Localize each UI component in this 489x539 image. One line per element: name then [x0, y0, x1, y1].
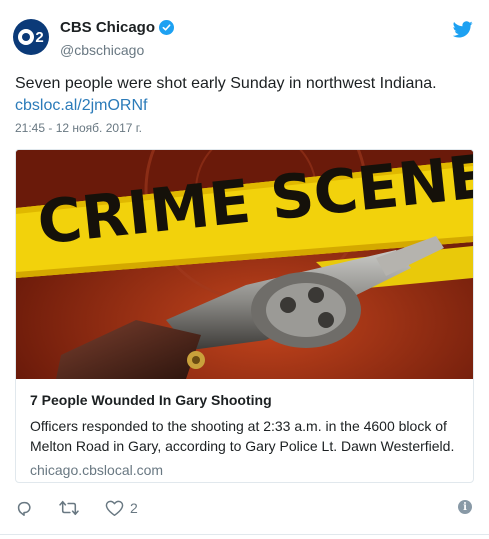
like-button[interactable]: 2 — [105, 500, 138, 517]
like-count: 2 — [130, 500, 138, 516]
avatar[interactable]: 2 — [13, 19, 49, 55]
heart-icon — [105, 500, 124, 516]
retweet-button[interactable] — [58, 499, 80, 517]
author-name-row[interactable]: CBS Chicago — [60, 19, 175, 36]
retweet-icon — [59, 500, 79, 516]
card-description: Officers responded to the shooting at 2:… — [30, 418, 455, 454]
author-handle[interactable]: @cbschicago — [60, 42, 144, 58]
info-icon[interactable]: i — [458, 500, 472, 514]
card-domain: chicago.cbslocal.com — [30, 462, 164, 478]
tweet-timestamp[interactable]: 21:45 - 12 нояб. 2017 г. — [15, 121, 142, 135]
cbs-eye-logo-icon — [18, 29, 35, 45]
avatar-label: 2 — [35, 28, 44, 46]
tweet-actions: 2 — [15, 496, 163, 520]
divider — [0, 534, 489, 535]
twitter-bird-icon[interactable] — [453, 21, 473, 38]
card-title[interactable]: 7 People Wounded In Gary Shooting — [30, 391, 459, 409]
reply-icon — [17, 501, 31, 516]
embedded-tweet: 2 CBS Chicago @cbschicago Seven people w… — [0, 0, 489, 539]
tweet-text: Seven people were shot early Sunday in n… — [15, 75, 437, 92]
tweet-text-block: Seven people were shot early Sunday in n… — [15, 73, 475, 117]
verified-badge-icon — [159, 20, 175, 35]
card-image[interactable]: CRIME SCENE — [16, 150, 473, 379]
tweet-link[interactable]: cbsloc.al/2jmORNf — [15, 95, 147, 117]
reply-button[interactable] — [15, 499, 33, 517]
link-card[interactable]: CRIME SCENE 7 People Wounded In Gary Sho… — [15, 149, 474, 483]
card-body[interactable]: 7 People Wounded In Gary Shooting Office… — [16, 379, 473, 478]
author-name[interactable]: CBS Chicago — [60, 19, 155, 36]
